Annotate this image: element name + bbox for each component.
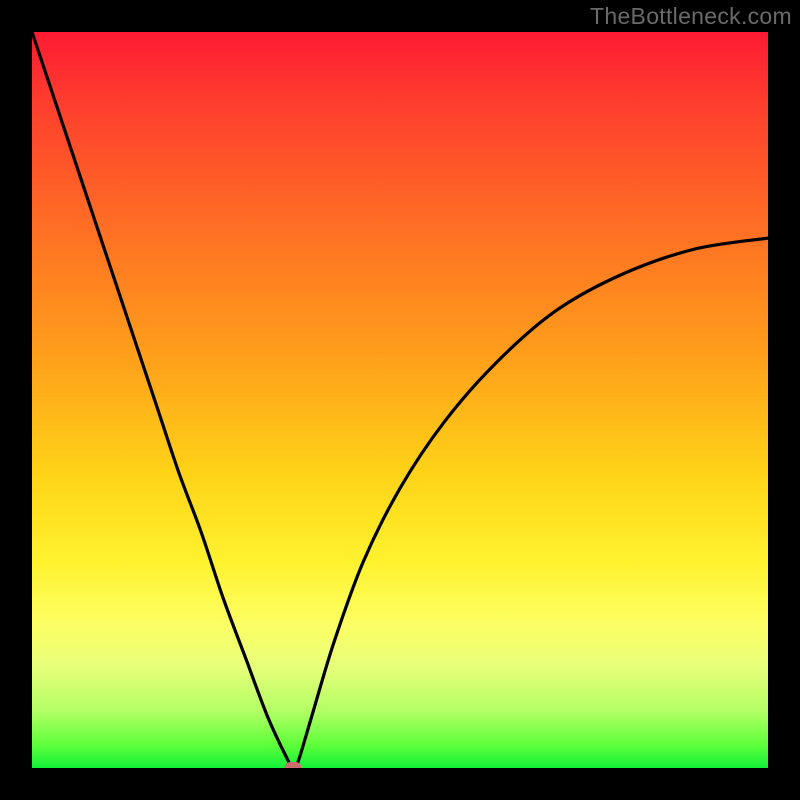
plot-area — [32, 32, 768, 768]
optimal-marker — [285, 762, 302, 768]
bottleneck-curve — [32, 32, 768, 768]
chart-frame: TheBottleneck.com — [0, 0, 800, 800]
watermark-text: TheBottleneck.com — [590, 3, 792, 30]
